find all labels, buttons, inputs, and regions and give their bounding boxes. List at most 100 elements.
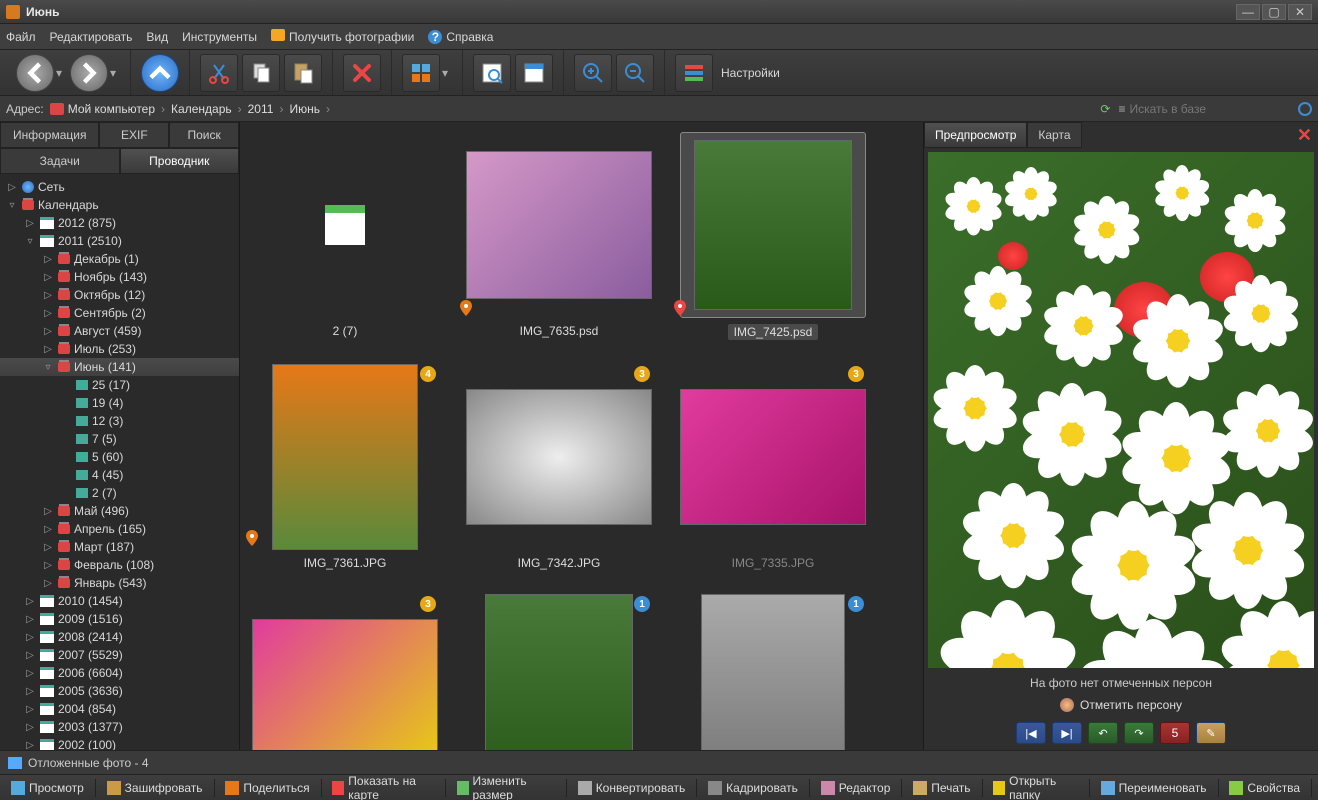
bottom-button[interactable]: Кадрировать xyxy=(701,777,805,799)
thumbnail[interactable]: IMG_7635.psd xyxy=(464,132,654,340)
menu-view[interactable]: Вид xyxy=(146,30,168,44)
chevron-icon[interactable]: › xyxy=(238,102,242,116)
tree-toggle[interactable]: ▷ xyxy=(42,326,54,337)
nav-back-dropdown[interactable]: ▾ xyxy=(56,66,68,80)
tree-row[interactable]: ▷2009 (1516) xyxy=(0,610,239,628)
tree-row[interactable]: ▷Сентябрь (2) xyxy=(0,304,239,322)
nav-forward-dropdown[interactable]: ▾ xyxy=(110,66,122,80)
breadcrumb-month[interactable]: Июнь xyxy=(289,102,320,116)
preview-area[interactable]: // generate daisies xyxy=(928,152,1314,668)
tree-row[interactable]: ▷Декабрь (1) xyxy=(0,250,239,268)
tree-toggle[interactable]: ▷ xyxy=(42,344,54,355)
zoom-out-button[interactable] xyxy=(616,54,654,92)
tree-row[interactable]: 5 (60) xyxy=(0,448,239,466)
tree-row[interactable]: ▷Июль (253) xyxy=(0,340,239,358)
edit-button[interactable]: ✎ xyxy=(1196,722,1226,744)
delayed-photos-bar[interactable]: Отложенные фото - 4 xyxy=(0,750,1318,774)
tree-toggle[interactable]: ▿ xyxy=(42,362,54,373)
tab-search[interactable]: Поиск xyxy=(169,122,239,148)
window-button[interactable] xyxy=(515,54,553,92)
rotate-left-button[interactable]: ↶ xyxy=(1088,722,1118,744)
tree-row[interactable]: 4 (45) xyxy=(0,466,239,484)
tree-toggle[interactable]: ▷ xyxy=(42,524,54,535)
tab-tasks[interactable]: Задачи xyxy=(0,148,120,174)
chevron-icon[interactable]: › xyxy=(279,102,283,116)
settings-button[interactable] xyxy=(675,54,713,92)
thumbnail[interactable]: 3IMG_7342.JPG xyxy=(464,364,654,570)
tree-row[interactable]: ▷Ноябрь (143) xyxy=(0,268,239,286)
folder-tree[interactable]: ▷Сеть▿Календарь▷2012 (875)▿2011 (2510)▷Д… xyxy=(0,174,239,750)
view-dropdown[interactable]: ▾ xyxy=(442,66,454,80)
copy-button[interactable] xyxy=(242,54,280,92)
tree-toggle[interactable]: ▷ xyxy=(42,290,54,301)
bottom-button[interactable]: Открыть папку xyxy=(986,774,1084,800)
tree-toggle[interactable]: ▷ xyxy=(42,272,54,283)
tree-toggle[interactable]: ▷ xyxy=(24,668,36,679)
chevron-icon[interactable]: › xyxy=(161,102,165,116)
tree-toggle[interactable]: ▷ xyxy=(24,632,36,643)
bottom-button[interactable]: Изменить размер xyxy=(450,774,562,800)
tree-toggle[interactable]: ▷ xyxy=(24,218,36,229)
tag-person-button[interactable]: Отметить персону xyxy=(924,694,1318,716)
bottom-button[interactable]: Показать на карте xyxy=(325,774,440,800)
thumbnail[interactable]: 1img_4117.psd xyxy=(678,594,868,750)
first-button[interactable]: |◀ xyxy=(1016,722,1046,744)
menu-edit[interactable]: Редактировать xyxy=(50,30,133,44)
tree-row[interactable]: ▷Август (459) xyxy=(0,322,239,340)
tree-row[interactable]: ▷2006 (6604) xyxy=(0,664,239,682)
cut-button[interactable] xyxy=(200,54,238,92)
bottom-button[interactable]: Печать xyxy=(906,777,977,799)
tree-row[interactable]: ▷2007 (5529) xyxy=(0,646,239,664)
tab-preview[interactable]: Предпросмотр xyxy=(924,122,1027,148)
tree-row[interactable]: ▷2010 (1454) xyxy=(0,592,239,610)
delete-button[interactable] xyxy=(343,54,381,92)
rotate-right-button[interactable]: ↷ xyxy=(1124,722,1154,744)
last-button[interactable]: ▶| xyxy=(1052,722,1082,744)
close-panel-icon[interactable]: ✕ xyxy=(1297,125,1312,146)
tree-toggle[interactable]: ▷ xyxy=(24,722,36,733)
nav-back-button[interactable] xyxy=(16,54,54,92)
tree-toggle[interactable]: ▿ xyxy=(6,200,18,211)
tree-row[interactable]: 2 (7) xyxy=(0,484,239,502)
bottom-button[interactable]: Зашифровать xyxy=(100,777,210,799)
tree-toggle[interactable]: ▷ xyxy=(24,704,36,715)
tree-toggle[interactable]: ▷ xyxy=(42,506,54,517)
tree-row[interactable]: ▷2003 (1377) xyxy=(0,718,239,736)
paste-button[interactable] xyxy=(284,54,322,92)
zoom-in-button[interactable] xyxy=(574,54,612,92)
nav-forward-button[interactable] xyxy=(70,54,108,92)
rating-badge[interactable]: 5 xyxy=(1160,722,1190,744)
close-button[interactable]: ✕ xyxy=(1288,4,1312,20)
refresh-icon[interactable]: ⟳ xyxy=(1100,102,1110,116)
tree-row[interactable]: 19 (4) xyxy=(0,394,239,412)
view-thumbnails-button[interactable] xyxy=(402,54,440,92)
breadcrumb-year[interactable]: 2011 xyxy=(248,102,274,116)
tab-map[interactable]: Карта xyxy=(1027,122,1081,148)
thumbnail[interactable]: 3IMG_7335.JPG xyxy=(678,364,868,570)
tree-row[interactable]: ▷Февраль (108) xyxy=(0,556,239,574)
menu-file[interactable]: Файл xyxy=(6,30,36,44)
tree-row[interactable]: ▷2005 (3636) xyxy=(0,682,239,700)
minimize-button[interactable]: ― xyxy=(1236,4,1260,20)
tab-info[interactable]: Информация xyxy=(0,122,99,148)
thumbnail[interactable]: 1img_7979.jpg xyxy=(464,594,654,750)
tree-row[interactable]: ▿Июнь (141) xyxy=(0,358,239,376)
bottom-button[interactable]: Свойства xyxy=(1222,777,1307,799)
tree-row[interactable]: ▷Март (187) xyxy=(0,538,239,556)
tree-toggle[interactable]: ▷ xyxy=(42,560,54,571)
tree-row[interactable]: ▷Сеть xyxy=(0,178,239,196)
tab-explorer[interactable]: Проводник xyxy=(120,148,240,174)
tree-toggle[interactable]: ▷ xyxy=(24,650,36,661)
breadcrumb-calendar[interactable]: Календарь xyxy=(171,102,232,116)
tab-exif[interactable]: EXIF xyxy=(99,122,169,148)
menu-get-photos[interactable]: Получить фотографии xyxy=(271,29,414,44)
thumbnail[interactable]: 3IMG_7337.JPG xyxy=(250,594,440,750)
menu-help[interactable]: Справка xyxy=(428,30,493,44)
bottom-button[interactable]: Переименовать xyxy=(1094,777,1214,799)
tree-toggle[interactable]: ▷ xyxy=(24,740,36,751)
tree-row[interactable]: ▿2011 (2510) xyxy=(0,232,239,250)
tree-row[interactable]: ▷2012 (875) xyxy=(0,214,239,232)
tree-row[interactable]: ▷Октябрь (12) xyxy=(0,286,239,304)
tree-toggle[interactable]: ▷ xyxy=(6,182,18,193)
tree-row[interactable]: 12 (3) xyxy=(0,412,239,430)
